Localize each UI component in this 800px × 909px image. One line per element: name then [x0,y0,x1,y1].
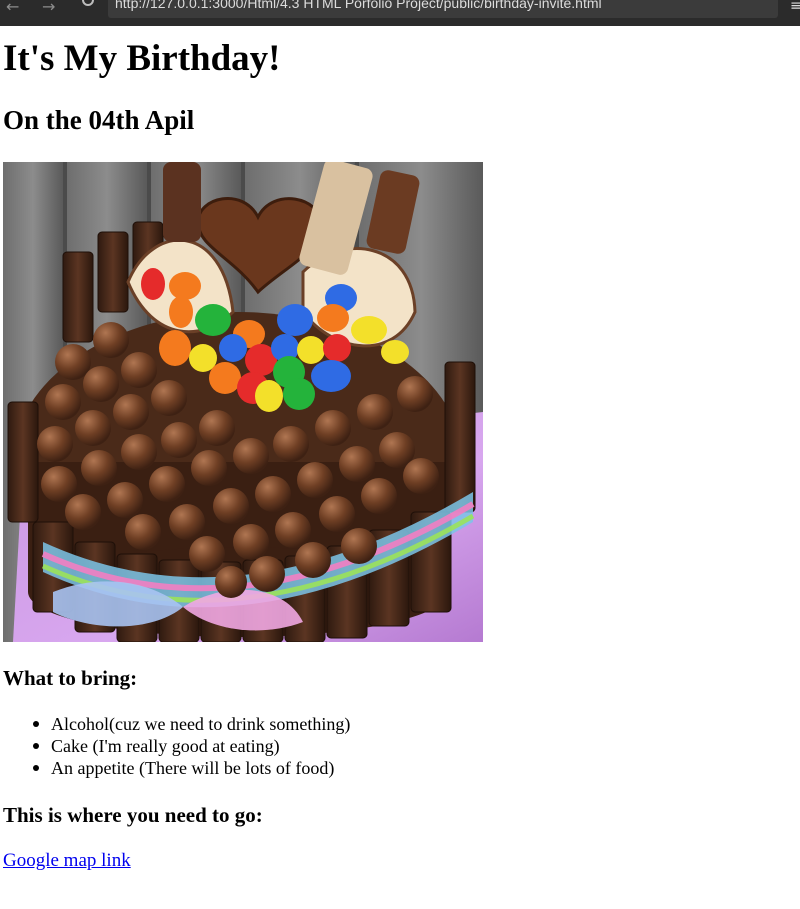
date-heading: On the 04th Apil [3,105,195,135]
menu-icon[interactable]: ≡ [790,0,800,14]
list-item: Alcohol(cuz we need to drink something) [33,713,350,735]
google-map-link[interactable]: Google map link [3,850,131,872]
where-heading: This is where you need to go: [3,803,263,827]
back-arrow-icon[interactable]: ← [6,0,19,17]
forward-arrow-icon[interactable]: → [42,0,55,17]
reload-icon[interactable] [82,0,94,6]
cake-photo [3,162,483,642]
list-item: An appetite (There will be lots of food) [33,757,350,779]
bring-heading: What to bring: [3,666,138,690]
browser-toolbar: ← → http://127.0.0.1:3000/Html/4.3 HTML … [0,0,800,26]
page-title: It's My Birthday! [3,38,281,79]
address-bar-url: http://127.0.0.1:3000/Html/4.3 HTML Porf… [115,0,602,11]
bring-list: Alcohol(cuz we need to drink something) … [33,713,350,779]
address-bar[interactable]: http://127.0.0.1:3000/Html/4.3 HTML Porf… [108,0,778,18]
list-item: Cake (I'm really good at eating) [33,735,350,757]
